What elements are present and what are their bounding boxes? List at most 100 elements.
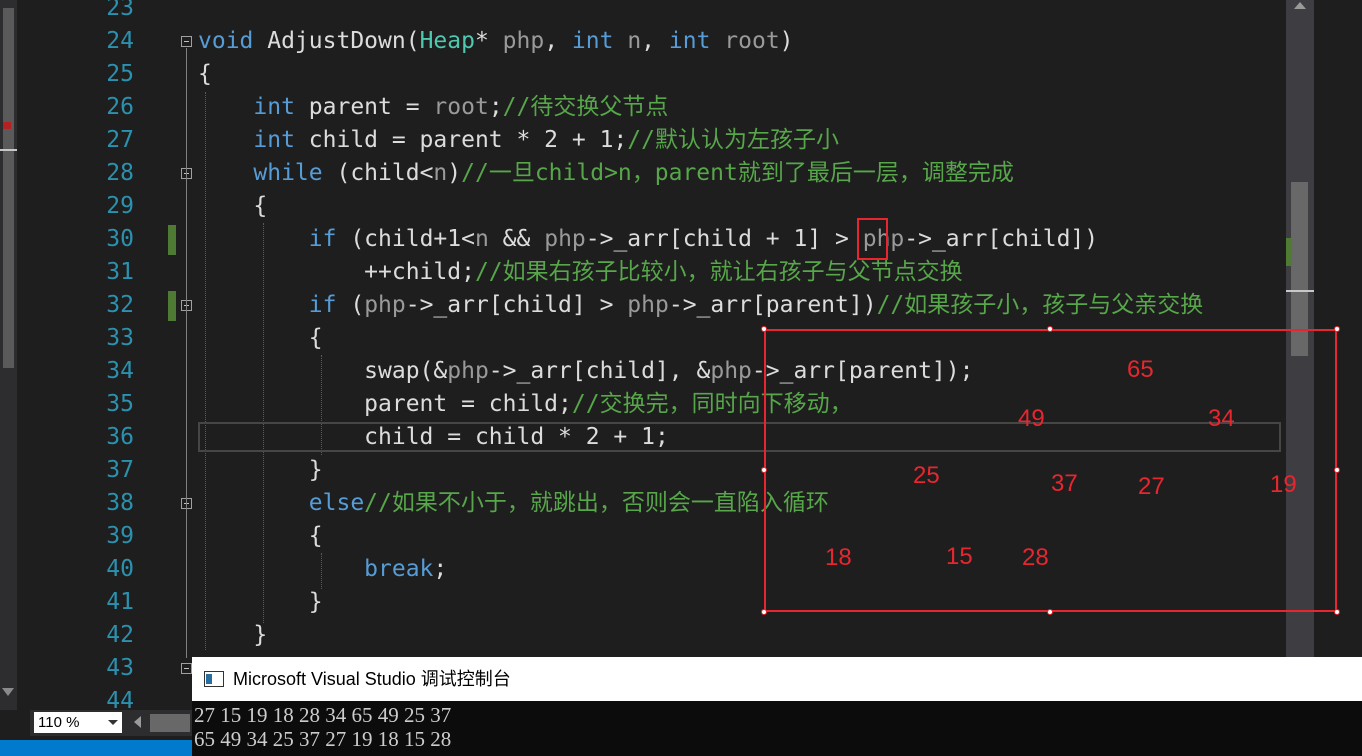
code-line: if (php->_arr[child] > php->_arr[parent]… bbox=[198, 289, 1203, 322]
code-line: int parent = root;//待交换父节点 bbox=[198, 91, 668, 124]
line-number: 25 bbox=[106, 61, 134, 87]
console-line: 27 15 19 18 28 34 65 49 25 37 bbox=[194, 703, 452, 727]
code-token: parent = child; bbox=[198, 391, 572, 417]
line-number: 27 bbox=[106, 127, 134, 153]
code-token: n bbox=[627, 28, 642, 54]
change-marker bbox=[168, 291, 176, 321]
code-token: //待交换父节点 bbox=[502, 94, 669, 120]
zoom-select[interactable]: 110 % bbox=[34, 712, 122, 733]
code-token: } bbox=[198, 589, 323, 615]
line-number: 33 bbox=[106, 325, 134, 351]
line-number: 43 bbox=[106, 655, 134, 681]
line-number: 39 bbox=[106, 523, 134, 549]
code-line: parent = child;//交换完，同时向下移动， bbox=[198, 388, 852, 421]
console-window-titlebar[interactable]: Microsoft Visual Studio 调试控制台 bbox=[192, 657, 1362, 701]
fold-toggle-icon[interactable] bbox=[181, 663, 192, 674]
line-number: 28 bbox=[106, 160, 134, 186]
line-number: 37 bbox=[106, 457, 134, 483]
code-token: php bbox=[710, 358, 752, 384]
code-token: ( bbox=[336, 292, 365, 318]
code-token: { bbox=[198, 193, 268, 219]
console-title: Microsoft Visual Studio 调试控制台 bbox=[233, 669, 511, 689]
resize-handle[interactable] bbox=[761, 467, 767, 473]
code-token: , bbox=[544, 28, 572, 54]
code-token: n bbox=[433, 160, 448, 186]
heap-node-number: 28 bbox=[1022, 544, 1049, 571]
code-token: ; bbox=[488, 94, 503, 120]
code-token: n bbox=[474, 226, 489, 252]
scroll-left-arrow-icon[interactable] bbox=[134, 716, 141, 728]
code-token: //如果不小于，就跳出，否则会一直陷入循环 bbox=[364, 490, 829, 516]
code-token: php bbox=[544, 226, 586, 252]
code-token: && bbox=[488, 226, 545, 252]
code-token: int bbox=[253, 127, 295, 153]
heap-node-number: 25 bbox=[913, 462, 940, 489]
code-token: break bbox=[364, 556, 434, 582]
code-token: (child+1< bbox=[336, 226, 475, 252]
code-token: php bbox=[627, 292, 669, 318]
line-number: 23 bbox=[106, 0, 134, 21]
line-number: 34 bbox=[106, 358, 134, 384]
code-line: void AdjustDown(Heap* php, int n, int ro… bbox=[198, 25, 794, 58]
code-token: (child< bbox=[322, 160, 434, 186]
code-token: { bbox=[198, 325, 323, 351]
line-number: 42 bbox=[106, 622, 134, 648]
code-token: , bbox=[641, 28, 669, 54]
zoom-bar: 110 % bbox=[30, 710, 192, 736]
margin-track bbox=[3, 8, 14, 368]
code-token: while bbox=[253, 160, 323, 186]
heap-node-number: 19 bbox=[1270, 471, 1297, 498]
line-number: 31 bbox=[106, 259, 134, 285]
line-number: 40 bbox=[106, 556, 134, 582]
code-token: //如果孩子小，孩子与父亲交换 bbox=[876, 292, 1204, 318]
code-token: void bbox=[198, 28, 254, 54]
fold-toggle-icon[interactable] bbox=[181, 36, 192, 47]
code-token: } bbox=[198, 622, 268, 648]
resize-handle[interactable] bbox=[1334, 609, 1340, 615]
code-token: php bbox=[502, 28, 545, 54]
code-token: AdjustDown( bbox=[253, 28, 420, 54]
code-line: break; bbox=[198, 553, 447, 586]
code-line: } bbox=[198, 619, 267, 652]
heap-node-number: 27 bbox=[1138, 473, 1165, 500]
code-token: php bbox=[364, 292, 406, 318]
code-line: if (child+1<n && php->_arr[child + 1] > … bbox=[198, 223, 1098, 256]
code-line: { bbox=[198, 58, 212, 91]
code-token: php bbox=[447, 358, 489, 384]
code-token: if bbox=[308, 292, 337, 318]
code-line: else//如果不小于，就跳出，否则会一直陷入循环 bbox=[198, 487, 829, 520]
code-token: root bbox=[433, 94, 489, 120]
heap-node-number: 18 bbox=[825, 544, 852, 571]
resize-handle[interactable] bbox=[1334, 467, 1340, 473]
resize-handle[interactable] bbox=[761, 609, 767, 615]
resize-handle[interactable] bbox=[1047, 326, 1053, 332]
overview-margin bbox=[0, 0, 22, 710]
indent-guide bbox=[205, 92, 206, 650]
scroll-up-arrow-icon[interactable] bbox=[1294, 2, 1306, 9]
heap-node-number: 65 bbox=[1127, 356, 1154, 383]
resize-handle[interactable] bbox=[761, 326, 767, 332]
code-line: { bbox=[198, 190, 267, 223]
code-line: } bbox=[198, 454, 323, 487]
code-token: parent = bbox=[294, 94, 434, 120]
code-token: //默认认为左孩子小 bbox=[627, 127, 839, 153]
resize-handle[interactable] bbox=[1334, 326, 1340, 332]
code-line: { bbox=[198, 520, 323, 553]
code-token: int bbox=[668, 28, 711, 54]
code-token: ->_arr[child], & bbox=[488, 358, 711, 384]
horizontal-scrollbar-thumb[interactable] bbox=[150, 714, 190, 732]
comparison-highlight-box bbox=[857, 218, 888, 260]
code-token: //一旦child>n，parent就到了最后一层，调整完成 bbox=[461, 160, 1014, 186]
resize-handle[interactable] bbox=[1047, 609, 1053, 615]
code-token: if bbox=[308, 226, 337, 252]
scroll-down-arrow-icon[interactable] bbox=[2, 688, 14, 696]
code-token: int bbox=[571, 28, 614, 54]
code-line: while (child<n)//一旦child>n，parent就到了最后一层… bbox=[198, 157, 1014, 190]
code-token: ) bbox=[779, 28, 794, 54]
code-token: { bbox=[198, 61, 212, 87]
